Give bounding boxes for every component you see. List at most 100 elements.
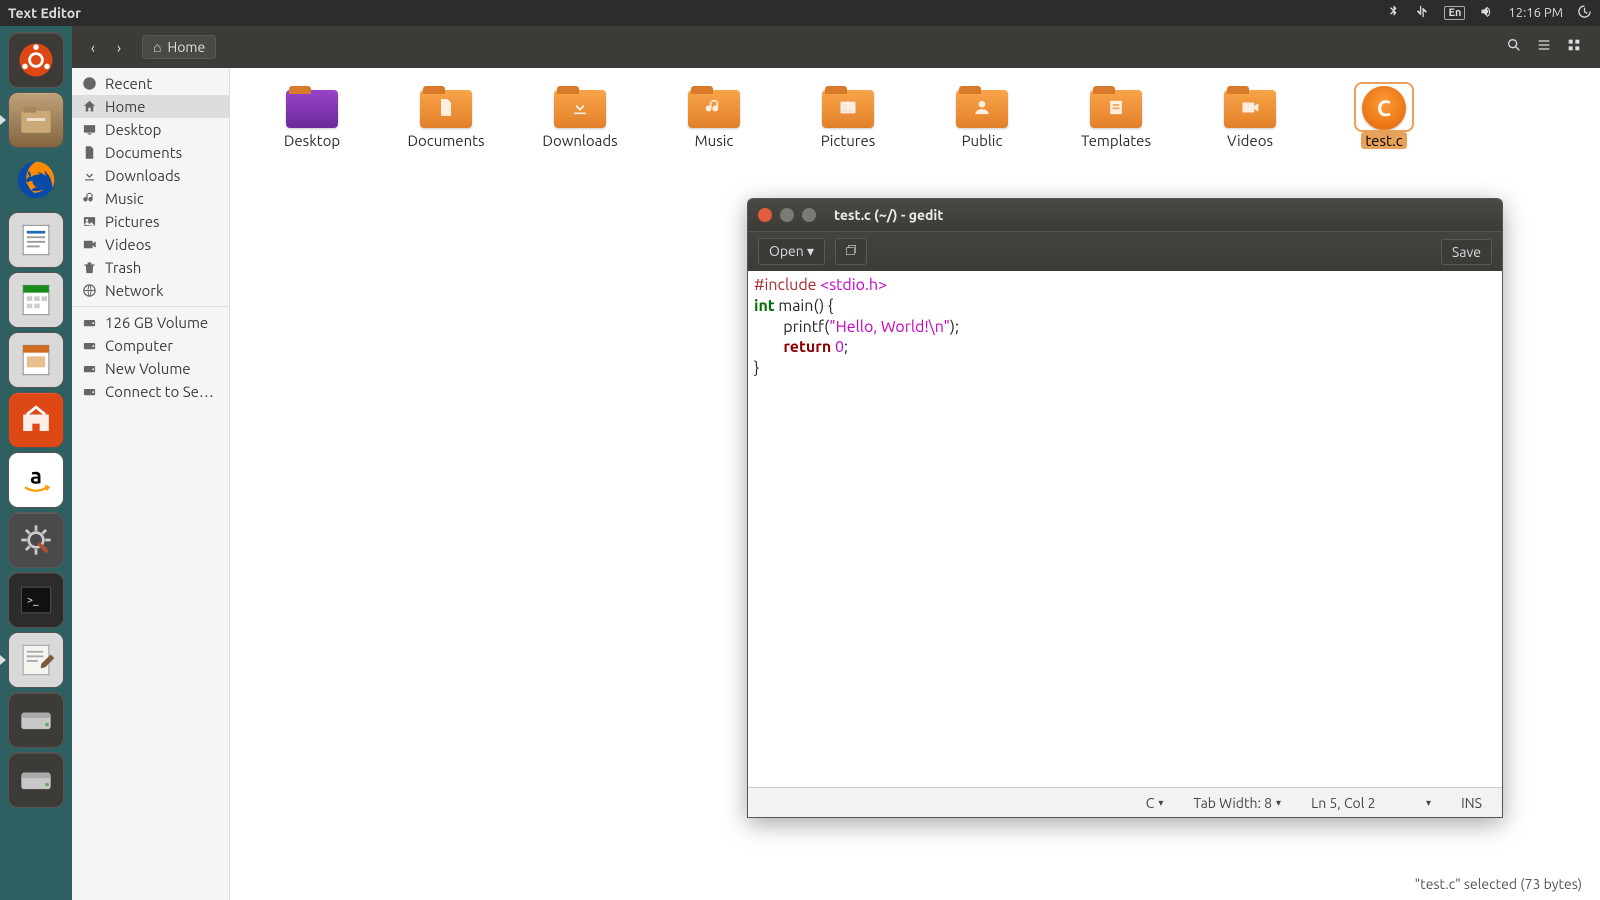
back-button[interactable]: ‹ bbox=[80, 34, 106, 60]
launcher-terminal[interactable]: >_ bbox=[8, 572, 64, 628]
file-templates[interactable]: Templates bbox=[1062, 86, 1170, 149]
open-button[interactable]: Open ▾ bbox=[758, 238, 825, 265]
places-documents[interactable]: Documents bbox=[72, 141, 229, 164]
launcher-files[interactable] bbox=[8, 92, 64, 148]
places-music[interactable]: Music bbox=[72, 187, 229, 210]
launcher-firefox[interactable] bbox=[8, 152, 64, 208]
network-icon[interactable] bbox=[1415, 4, 1430, 22]
file-public[interactable]: Public bbox=[928, 86, 1036, 149]
home-icon: ⌂ bbox=[153, 39, 161, 55]
places-home[interactable]: Home bbox=[72, 95, 229, 118]
launcher-gedit[interactable] bbox=[8, 632, 64, 688]
places-label: Network bbox=[105, 282, 164, 299]
file-desktop[interactable]: Desktop bbox=[258, 86, 366, 149]
gedit-ins[interactable]: INS bbox=[1461, 795, 1482, 811]
folder-icon bbox=[956, 86, 1008, 128]
file-downloads[interactable]: Downloads bbox=[526, 86, 634, 149]
grid-view-icon[interactable] bbox=[1566, 37, 1582, 57]
gedit-toolbar: Open ▾ Save bbox=[748, 231, 1502, 271]
menubar-title: Text Editor bbox=[8, 5, 81, 21]
file-videos[interactable]: Videos bbox=[1196, 86, 1304, 149]
launcher-settings[interactable] bbox=[8, 512, 64, 568]
gedit-lang[interactable]: C▾ bbox=[1146, 795, 1164, 811]
breadcrumb-home[interactable]: ⌂ Home bbox=[142, 35, 216, 59]
folder-icon bbox=[688, 86, 740, 128]
places-label: Documents bbox=[105, 144, 182, 161]
bluetooth-icon[interactable] bbox=[1386, 4, 1401, 22]
launcher: a >_ bbox=[0, 26, 72, 900]
places-videos[interactable]: Videos bbox=[72, 233, 229, 256]
keyboard-lang-indicator[interactable]: En bbox=[1444, 6, 1465, 20]
file-label: Videos bbox=[1227, 132, 1273, 149]
launcher-amazon[interactable]: a bbox=[8, 452, 64, 508]
gedit-window: test.c (~/) - gedit Open ▾ Save #include… bbox=[747, 198, 1503, 818]
places-desktop[interactable]: Desktop bbox=[72, 118, 229, 141]
maximize-icon[interactable] bbox=[802, 208, 816, 222]
folder-icon bbox=[1224, 86, 1276, 128]
places-label: Trash bbox=[105, 259, 141, 276]
places-label: Computer bbox=[105, 337, 173, 354]
file-label: Desktop bbox=[284, 132, 340, 149]
file-label: Downloads bbox=[542, 132, 617, 149]
close-icon[interactable] bbox=[758, 208, 772, 222]
places-recent[interactable]: Recent bbox=[72, 72, 229, 95]
places-trash[interactable]: Trash bbox=[72, 256, 229, 279]
places-network[interactable]: Network bbox=[72, 279, 229, 302]
session-icon[interactable] bbox=[1577, 4, 1592, 22]
places-label: Desktop bbox=[105, 121, 161, 138]
places-label: Recent bbox=[105, 75, 152, 92]
menubar: Text Editor En 12:16 PM bbox=[0, 0, 1600, 26]
gedit-statusbar: C▾ Tab Width: 8▾ Ln 5, Col 2▾ INS bbox=[748, 787, 1502, 817]
c-file-icon: C bbox=[1358, 86, 1410, 128]
launcher-impress[interactable] bbox=[8, 332, 64, 388]
places-label: Downloads bbox=[105, 167, 180, 184]
file-music[interactable]: Music bbox=[660, 86, 768, 149]
file-pictures[interactable]: Pictures bbox=[794, 86, 902, 149]
places-label: Home bbox=[105, 98, 145, 115]
folder-icon bbox=[822, 86, 874, 128]
file-label: test.c bbox=[1361, 132, 1406, 149]
places-label: Pictures bbox=[105, 213, 160, 230]
clock[interactable]: 12:16 PM bbox=[1508, 6, 1563, 20]
folder-icon bbox=[420, 86, 472, 128]
places-label: New Volume bbox=[105, 360, 191, 377]
launcher-writer[interactable] bbox=[8, 212, 64, 268]
launcher-dash[interactable] bbox=[8, 32, 64, 88]
file-label: Public bbox=[962, 132, 1003, 149]
new-tab-button[interactable] bbox=[835, 238, 867, 265]
launcher-drive2[interactable] bbox=[8, 752, 64, 808]
file-testc[interactable]: Ctest.c bbox=[1330, 86, 1438, 149]
places-label: Videos bbox=[105, 236, 151, 253]
places-sidebar: Recent Home Desktop Documents Downloads Music… bbox=[72, 68, 230, 900]
places-downloads[interactable]: Downloads bbox=[72, 164, 229, 187]
launcher-software[interactable] bbox=[8, 392, 64, 448]
search-icon[interactable] bbox=[1506, 37, 1522, 57]
gedit-titlebar[interactable]: test.c (~/) - gedit bbox=[748, 199, 1502, 231]
sound-icon[interactable] bbox=[1479, 4, 1494, 22]
minimize-icon[interactable] bbox=[780, 208, 794, 222]
gedit-cursor-pos[interactable]: Ln 5, Col 2▾ bbox=[1311, 795, 1431, 811]
file-label: Music bbox=[695, 132, 734, 149]
places-label: Connect to Se… bbox=[105, 383, 214, 400]
places-pictures[interactable]: Pictures bbox=[72, 210, 229, 233]
folder-icon bbox=[1090, 86, 1142, 128]
gedit-tabwidth[interactable]: Tab Width: 8▾ bbox=[1193, 795, 1281, 811]
save-button[interactable]: Save bbox=[1441, 239, 1492, 265]
forward-button[interactable]: › bbox=[106, 34, 132, 60]
gedit-editor[interactable]: #include <stdio.h> int main() { printf("… bbox=[748, 271, 1502, 787]
places-connect[interactable]: Connect to Se… bbox=[72, 380, 229, 403]
gedit-title: test.c (~/) - gedit bbox=[834, 207, 943, 223]
files-statusbar: "test.c" selected (73 bytes) bbox=[1415, 876, 1582, 892]
places-computer[interactable]: Computer bbox=[72, 334, 229, 357]
list-view-icon[interactable] bbox=[1536, 37, 1552, 57]
places-newvol[interactable]: New Volume bbox=[72, 357, 229, 380]
launcher-calc[interactable] bbox=[8, 272, 64, 328]
svg-text:a: a bbox=[30, 464, 42, 489]
places-vol126[interactable]: 126 GB Volume bbox=[72, 311, 229, 334]
launcher-drive1[interactable] bbox=[8, 692, 64, 748]
folder-icon bbox=[286, 86, 338, 128]
file-label: Pictures bbox=[821, 132, 876, 149]
file-documents[interactable]: Documents bbox=[392, 86, 500, 149]
places-label: Music bbox=[105, 190, 144, 207]
folder-icon bbox=[554, 86, 606, 128]
